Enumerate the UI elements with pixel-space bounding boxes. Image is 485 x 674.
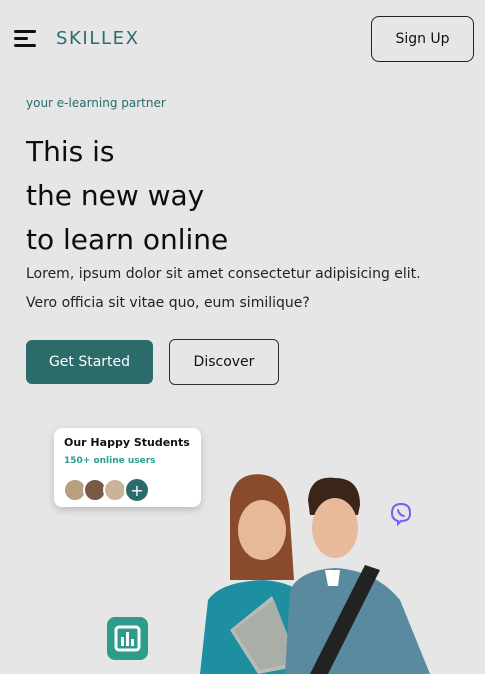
discover-button[interactable]: Discover [169,339,279,385]
viber-icon[interactable] [389,502,413,526]
happy-students-card: Our Happy Students 150+ online users + [54,428,201,507]
hero-tagline: your e-learning partner [26,96,166,110]
get-started-button[interactable]: Get Started [26,340,153,384]
headline-line-2: the new way [26,179,205,212]
signup-button[interactable]: Sign Up [371,16,474,62]
hamburger-menu-icon[interactable] [14,30,38,50]
card-subtitle: 150+ online users [64,456,156,466]
site-header: SKILLEX Sign Up [0,0,485,80]
card-title: Our Happy Students [64,436,190,449]
hero-headline: This is the new way to learn online [26,130,228,262]
add-student-button[interactable]: + [124,477,150,503]
headline-line-3: to learn online [26,223,229,256]
students-photo [200,474,430,674]
hero-description: Lorem, ipsum dolor sit amet consectetur … [26,266,421,311]
bar-chart-icon[interactable] [107,617,148,660]
headline-line-1: This is [26,135,115,168]
brand-logo[interactable]: SKILLEX [56,28,140,49]
